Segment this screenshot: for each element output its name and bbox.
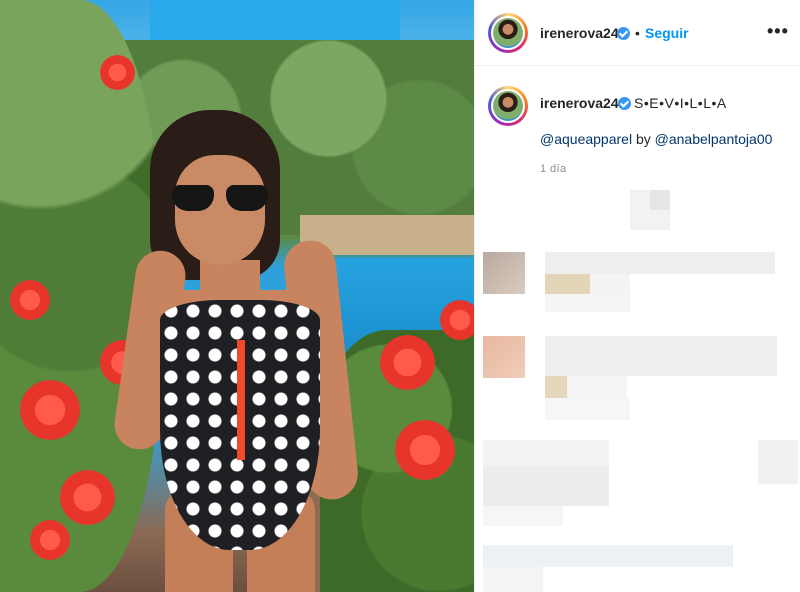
blurred-comment-avatar	[483, 336, 525, 378]
header-username[interactable]: irenerova24	[540, 25, 619, 41]
mention-aqueapparel[interactable]: @aqueapparel	[540, 131, 632, 147]
post-photo[interactable]	[0, 0, 474, 592]
caption-mentions: @aqueapparel by @anabelpantoja00	[540, 131, 772, 147]
caption-avatar[interactable]	[488, 86, 528, 126]
blurred-comment-text	[483, 567, 543, 592]
blurred-comment-text	[567, 376, 627, 398]
sunglasses	[170, 185, 270, 215]
flower	[10, 280, 50, 320]
flower	[440, 300, 474, 340]
avatar-image	[493, 18, 523, 48]
verified-badge-icon	[617, 27, 630, 40]
person	[111, 100, 380, 592]
blurred-comment-meta	[545, 398, 630, 420]
verified-badge-icon	[618, 97, 631, 110]
blurred-comment-text	[483, 440, 609, 466]
post-timestamp[interactable]: 1 día	[540, 163, 566, 175]
flower	[380, 335, 435, 390]
blurred-comment-text	[758, 440, 798, 484]
swimsuit-zipper	[237, 340, 245, 460]
blurred-comment-text	[483, 466, 609, 506]
blurred-comment-meta	[483, 506, 563, 526]
flower	[60, 470, 115, 525]
pixelated-block	[650, 190, 670, 210]
blurred-comment-text	[545, 336, 777, 376]
mention-anabelpantoja00[interactable]: @anabelpantoja00	[655, 131, 773, 147]
caption-username[interactable]: irenerova24	[540, 95, 619, 111]
follow-button[interactable]: Seguir	[645, 25, 689, 41]
blurred-comment-text	[483, 545, 733, 567]
caption-text: S•E•V•I•L•L•A	[634, 95, 727, 111]
flower	[100, 55, 135, 90]
by-word: by	[632, 131, 655, 147]
header-separator: •	[635, 25, 640, 41]
flower	[395, 420, 455, 480]
blurred-comment-text	[545, 274, 590, 294]
blurred-comment-text	[590, 274, 630, 294]
panel-divider	[474, 0, 475, 592]
post-header: irenerova24 • Seguir •••	[475, 0, 800, 66]
blurred-comment-text	[545, 252, 775, 274]
flower	[30, 520, 70, 560]
blurred-comment-meta	[545, 294, 630, 312]
blurred-comment-avatar	[483, 252, 525, 294]
blurred-comment-text	[545, 376, 567, 398]
caption-avatar-image	[493, 91, 523, 121]
more-options-icon[interactable]: •••	[767, 21, 789, 42]
flower	[20, 380, 80, 440]
avatar[interactable]	[488, 13, 528, 53]
